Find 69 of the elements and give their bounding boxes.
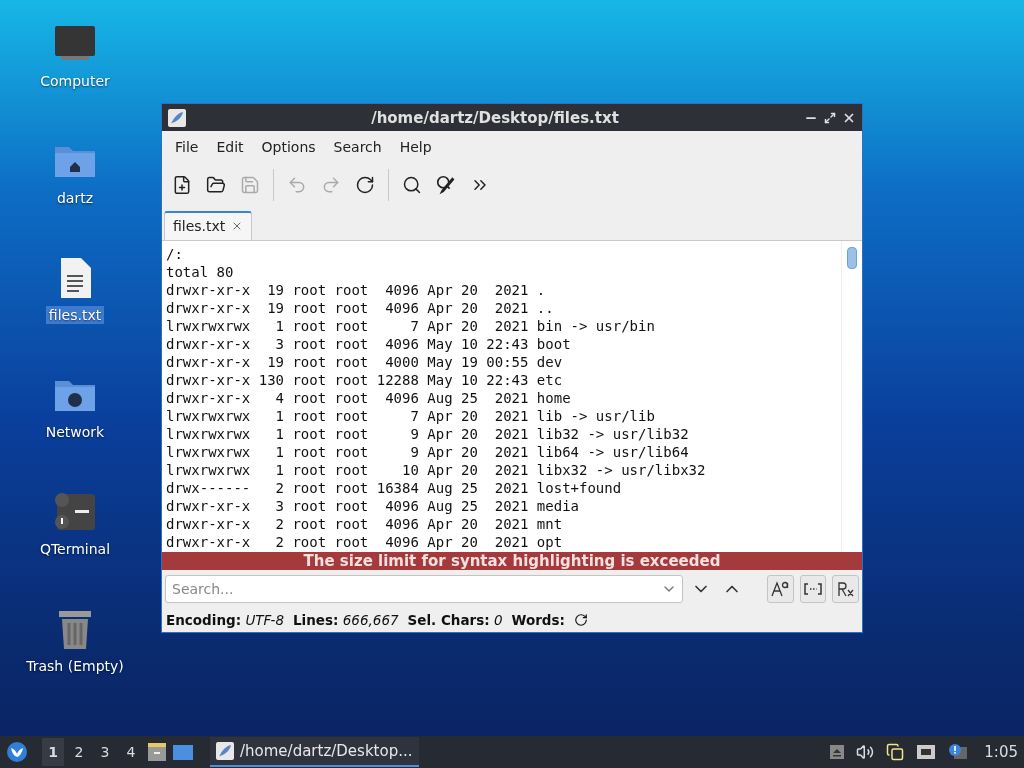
folder-icon: [206, 175, 226, 195]
text-line: drwxr-xr-x 130 root root 12288 May 10 22:43 etc: [166, 371, 564, 389]
refresh-icon[interactable]: [573, 613, 588, 627]
menu-item[interactable]: Help: [390, 135, 441, 159]
redo-icon: [321, 175, 341, 195]
text-line: drwxr-xr-x 19 root root 4096 Apr 20 2021 .: [166, 281, 547, 299]
text-line: lrwxrwxrwx 1 root root 7 Apr 20 2021 lib -> usr/lib: [166, 407, 656, 425]
regex-icon: [835, 580, 856, 598]
status-item: Encoding: UTF-8: [166, 612, 284, 628]
text-line: drwx------ 2 root root 16384 Aug 25 2021 lost+found: [166, 479, 623, 497]
workspace-button[interactable]: 3: [94, 738, 116, 766]
save-icon: [240, 175, 260, 195]
reload-icon: [355, 175, 375, 195]
match-case-button[interactable]: [766, 575, 794, 603]
text-line: lrwxrwxrwx 1 root root 7 Apr 20 2021 bin -> usr/bin: [166, 317, 656, 335]
text-line: lrwxrwxrwx 1 root root 9 Apr 20 2021 lib32 -> usr/lib32: [166, 425, 690, 443]
desktop-icon-label[interactable]: files.txt: [45, 306, 105, 324]
tab-label: files.txt: [173, 218, 226, 234]
match-case-icon: [770, 580, 791, 598]
eject-icon: [830, 745, 845, 759]
desktop-icon-label[interactable]: QTerminal: [36, 540, 114, 558]
text-line: drwxr-xr-x 4 root root 4096 Aug 25 2021 home: [166, 389, 572, 407]
window-icon[interactable]: [172, 742, 194, 762]
feather-icon: [168, 108, 186, 127]
regex-button[interactable]: [832, 575, 859, 603]
tab[interactable]: files.txt: [164, 211, 253, 240]
text-line: drwxr-xr-x 2 root root 4096 Apr 20 2021 mnt: [166, 515, 564, 533]
feather-icon: [216, 742, 234, 760]
text-line: lrwxrwxrwx 1 root root 9 Apr 20 2021 lib64 -> usr/lib64: [166, 443, 690, 461]
search-icon: [402, 175, 422, 195]
whole-word-button[interactable]: [799, 575, 827, 603]
text-line: lrwxrwxrwx 1 root root 10 Apr 20 2021 libx32 -> usr/libx32: [166, 461, 707, 479]
maximize-icon[interactable]: [824, 111, 836, 124]
status-item: Sel. Chars: 0: [407, 612, 503, 628]
text-line: drwxr-xr-x 2 root root 4096 Apr 20 2021 opt: [166, 533, 564, 551]
file-cabinet-icon[interactable]: [146, 741, 168, 763]
text-line: total 80: [166, 263, 235, 281]
scrollbar-thumb[interactable]: [847, 247, 857, 269]
text-line: drwxr-xr-x 3 root root 4096 Aug 25 2021 media: [166, 497, 580, 515]
alert-icon: [948, 743, 969, 761]
start-menu-icon[interactable]: [6, 741, 28, 763]
workspace-button[interactable]: 4: [120, 738, 142, 766]
desktop-icon-label[interactable]: Network: [42, 423, 108, 441]
text-line: drwxr-xr-x 3 root root 4096 May 10 22:43 boot: [166, 335, 572, 353]
status-item: Lines: 666,667: [293, 612, 399, 628]
workspace-button[interactable]: 1: [42, 738, 64, 766]
menu-item[interactable]: Search: [324, 135, 391, 159]
clipboard-icon: [886, 743, 905, 761]
undo-icon: [287, 175, 307, 195]
new-file-icon: [172, 175, 192, 195]
workspace-button[interactable]: 2: [68, 738, 90, 766]
menu-item[interactable]: File: [166, 135, 208, 159]
desktop-icon-label[interactable]: dartz: [53, 189, 97, 207]
text-line: drwxr-xr-x 19 root root 4096 Apr 20 2021 ..: [166, 299, 555, 317]
search-pencil-icon: [435, 174, 457, 196]
clock: 1:05: [984, 743, 1018, 761]
ethernet-icon: [916, 744, 937, 760]
search-field[interactable]: Search...: [165, 575, 683, 603]
taskbar-task[interactable]: /home/dartz/Desktop...: [210, 737, 419, 767]
whole-word-icon: [803, 582, 823, 596]
text-line: /:: [166, 245, 184, 263]
text-line: drwxr-xr-x 19 root root 4000 May 19 00:55 dev: [166, 353, 564, 371]
speaker-icon: [856, 743, 875, 761]
desktop-icon-label[interactable]: Trash (Empty): [23, 657, 127, 675]
menu-item[interactable]: Edit: [207, 135, 253, 159]
menu-item[interactable]: Options: [252, 135, 325, 159]
window-title: /home/dartz/Desktop/files.txt: [370, 108, 620, 127]
status-item: Words:: [511, 612, 565, 628]
warning-banner: The size limit for syntax highlighting is exceeded: [162, 552, 862, 570]
